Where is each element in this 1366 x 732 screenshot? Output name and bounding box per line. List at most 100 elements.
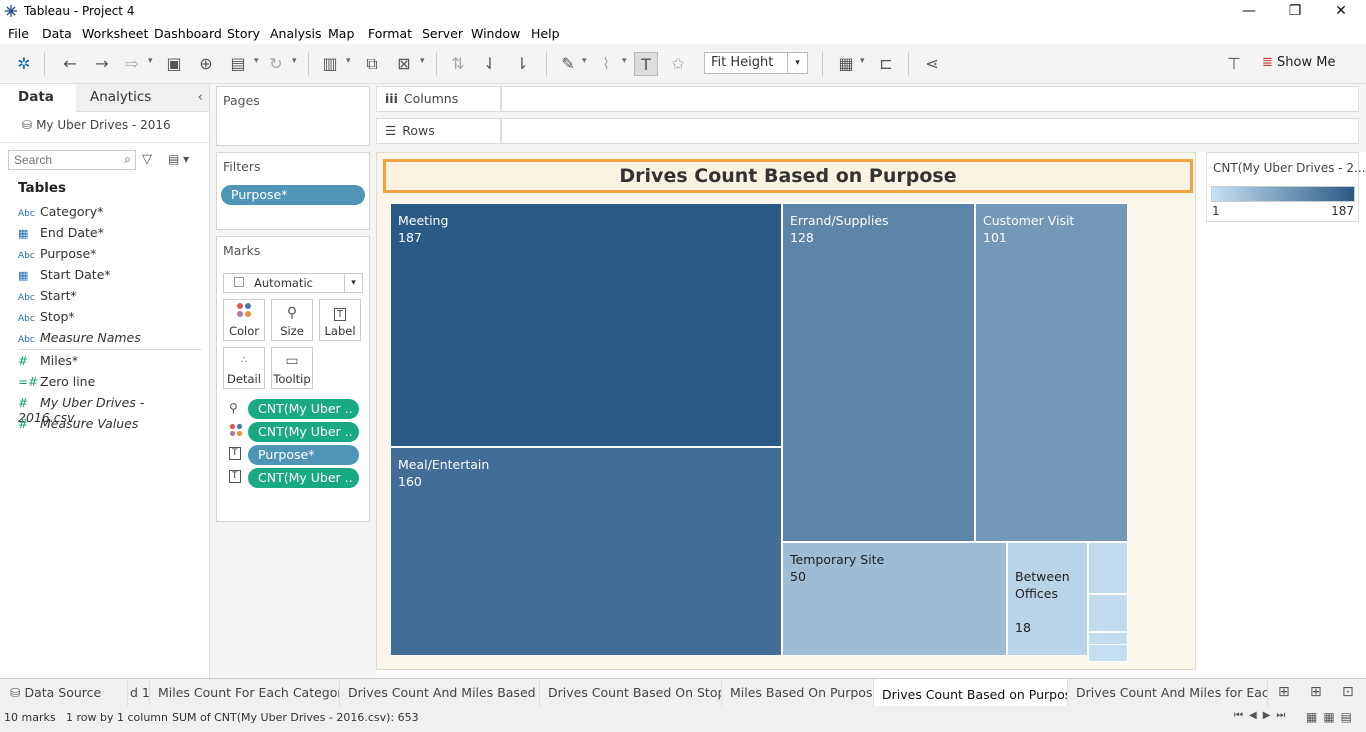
- tile-small-2[interactable]: [1088, 594, 1128, 632]
- tile-small-1[interactable]: [1088, 542, 1128, 594]
- field-category[interactable]: Abc Category*: [18, 204, 103, 224]
- viz-title[interactable]: Drives Count Based on Purpose: [383, 159, 1193, 193]
- new-dashboard-icon[interactable]: ⊞: [1310, 684, 1322, 700]
- tile-customer-visit[interactable]: Customer Visit 101: [975, 203, 1128, 542]
- search-box[interactable]: ⌕: [8, 150, 136, 170]
- tile-small-4[interactable]: [1088, 644, 1128, 662]
- field-zero-line[interactable]: =# Zero line: [18, 374, 95, 394]
- field-stop[interactable]: Abc Stop*: [18, 309, 75, 329]
- color-button[interactable]: Color: [223, 299, 265, 341]
- tile-meeting[interactable]: Meeting 187: [390, 203, 782, 447]
- undo-icon[interactable]: ←: [58, 52, 82, 76]
- tile-errand-supplies[interactable]: Errand/Supplies 128: [782, 203, 975, 542]
- sort-ascending-icon[interactable]: ⇃: [478, 52, 502, 76]
- collapse-icon[interactable]: ‹: [198, 84, 203, 110]
- clear-sheet-icon[interactable]: ⊠: [392, 52, 416, 76]
- size-button[interactable]: ⚲ Size: [271, 299, 313, 341]
- tab-miles-count-category[interactable]: Miles Count For Each Category: [150, 679, 340, 707]
- label-icon: T: [229, 470, 241, 483]
- detail-button[interactable]: ∴ Detail: [223, 347, 265, 389]
- duplicate-icon[interactable]: ⧉: [360, 52, 384, 76]
- pause-updates-icon[interactable]: ▤: [226, 52, 250, 76]
- highlight-icon[interactable]: ✎: [556, 52, 580, 76]
- sheet-view-icons[interactable]: ▦▦▤: [1306, 710, 1358, 724]
- group-members-icon[interactable]: ⌇: [594, 52, 618, 76]
- new-datasource-icon[interactable]: ⊕: [194, 52, 218, 76]
- marks-pill-label[interactable]: CNT(My Uber ..: [248, 468, 359, 488]
- menu-server[interactable]: Server: [422, 26, 463, 41]
- restore-button[interactable]: ❐: [1272, 0, 1318, 24]
- mark-type-select[interactable]: Automatic ▾: [223, 273, 363, 293]
- tab-sheet-1[interactable]: d 1: [128, 679, 150, 707]
- marks-pill-color[interactable]: CNT(My Uber ..: [248, 422, 359, 442]
- datasource-item[interactable]: ⛁ My Uber Drives - 2016: [22, 118, 171, 132]
- tab-drives-count-purpose[interactable]: Drives Count Based on Purpose: [874, 679, 1068, 707]
- tile-temporary-site[interactable]: Temporary Site 50: [782, 542, 1007, 656]
- fix-axes-icon[interactable]: ✩: [666, 52, 690, 76]
- field-record-count[interactable]: # My Uber Drives - 2016.csv...: [18, 395, 209, 425]
- rows-shelf[interactable]: [501, 118, 1359, 144]
- tables-heading: Tables: [18, 180, 67, 196]
- field-miles[interactable]: # Miles*: [18, 353, 78, 373]
- tab-miles-purpose[interactable]: Miles Based On Purpose: [722, 679, 874, 707]
- field-measure-names[interactable]: Abc Measure Names: [18, 330, 141, 350]
- view-options-icon[interactable]: ▤ ▾: [168, 152, 189, 166]
- search-input[interactable]: [9, 151, 113, 169]
- save-icon[interactable]: ▣: [162, 52, 186, 76]
- pages-shelf[interactable]: Pages: [216, 86, 370, 146]
- menu-map[interactable]: Map: [328, 26, 354, 41]
- field-start-date[interactable]: ▦ Start Date*: [18, 267, 111, 287]
- marks-pill-purpose[interactable]: Purpose*: [248, 445, 359, 465]
- color-legend[interactable]: CNT(My Uber Drives - 2... 1 187: [1206, 152, 1365, 222]
- new-story-icon[interactable]: ⊡: [1342, 684, 1354, 700]
- legend-gradient: [1211, 186, 1355, 202]
- new-worksheet-icon[interactable]: ⊞: [1278, 684, 1290, 700]
- tab-drives-miles-each[interactable]: Drives Count And Miles for Each...: [1068, 679, 1268, 707]
- tab-drives-miles-based[interactable]: Drives Count And Miles Based o...: [340, 679, 540, 707]
- tab-data[interactable]: Data: [0, 84, 76, 112]
- tab-analytics[interactable]: Analytics ‹: [76, 84, 209, 112]
- minimize-button[interactable]: —: [1226, 0, 1272, 24]
- sheet-navigation-icons[interactable]: ⏮◀▶⏭: [1234, 710, 1291, 721]
- tab-drives-count-stops[interactable]: Drives Count Based On Stops: [540, 679, 722, 707]
- menu-data[interactable]: Data: [42, 26, 72, 41]
- format-painter-icon[interactable]: ⊤: [1222, 52, 1246, 76]
- menu-story[interactable]: Story: [227, 26, 260, 41]
- field-end-date[interactable]: ▦ End Date*: [18, 225, 104, 245]
- field-measure-values[interactable]: # Measure Values: [18, 416, 138, 436]
- marks-pill-size[interactable]: CNT(My Uber ..: [248, 399, 359, 419]
- menu-help[interactable]: Help: [531, 26, 560, 41]
- presentation-mode-icon[interactable]: ⊏: [874, 52, 898, 76]
- show-me-button[interactable]: ≣ Show Me: [1262, 55, 1335, 70]
- menu-format[interactable]: Format: [368, 26, 412, 41]
- menu-analysis[interactable]: Analysis: [270, 26, 322, 41]
- refresh-icon[interactable]: ↻: [264, 52, 288, 76]
- redo-icon[interactable]: →: [90, 52, 114, 76]
- swap-icon[interactable]: ⇅: [446, 52, 470, 76]
- show-mark-labels-icon[interactable]: T: [634, 52, 658, 76]
- replay-icon[interactable]: ⇨: [120, 52, 144, 76]
- menu-window[interactable]: Window: [471, 26, 520, 41]
- label-button[interactable]: T Label: [319, 299, 361, 341]
- menu-dashboard[interactable]: Dashboard: [154, 26, 222, 41]
- field-purpose[interactable]: Abc Purpose*: [18, 246, 96, 266]
- columns-shelf[interactable]: [501, 86, 1359, 112]
- menu-file[interactable]: File: [8, 26, 29, 41]
- close-button[interactable]: ✕: [1318, 0, 1364, 24]
- filter-pill-purpose[interactable]: Purpose*: [221, 185, 365, 205]
- menu-worksheet[interactable]: Worksheet: [82, 26, 148, 41]
- filter-icon[interactable]: ▽: [142, 152, 152, 167]
- filters-shelf[interactable]: Filters Purpose*: [216, 152, 370, 230]
- fit-select[interactable]: Fit Height ▾: [704, 52, 808, 74]
- tooltip-button[interactable]: ▭ Tooltip: [271, 347, 313, 389]
- sort-descending-icon[interactable]: ⇂: [510, 52, 534, 76]
- field-start[interactable]: Abc Start*: [18, 288, 77, 308]
- tableau-home-icon[interactable]: ✲: [12, 52, 36, 76]
- tile-between-offices[interactable]: Between Offices 18: [1007, 542, 1088, 656]
- tile-label: Meeting: [398, 213, 449, 228]
- show-cards-icon[interactable]: ▦: [834, 52, 858, 76]
- new-worksheet-icon[interactable]: ▥: [318, 52, 342, 76]
- tab-data-source[interactable]: ⛁ Data Source: [0, 679, 128, 707]
- share-icon[interactable]: ⋖: [920, 52, 944, 76]
- tile-meal-entertain[interactable]: Meal/Entertain 160: [390, 447, 782, 656]
